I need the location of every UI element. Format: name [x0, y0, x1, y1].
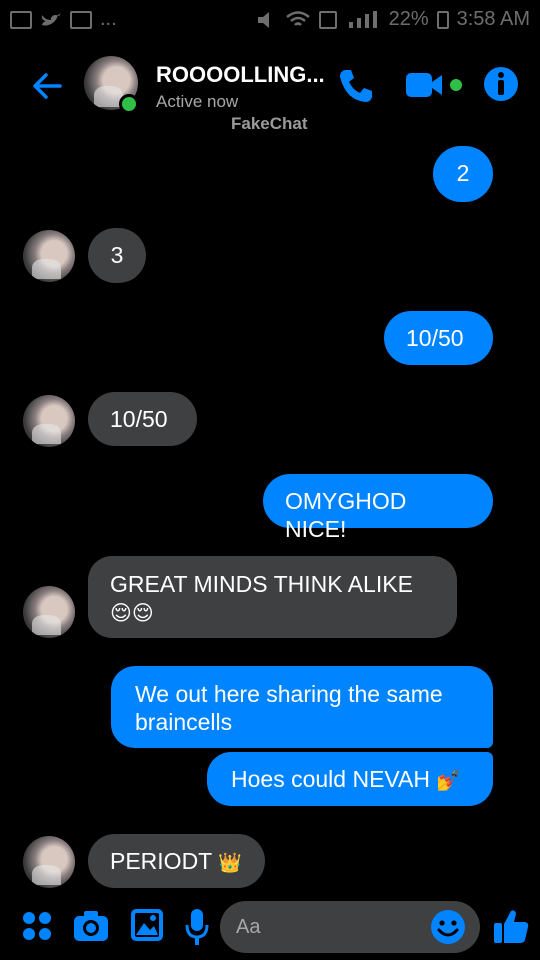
microphone-icon[interactable] — [185, 908, 209, 946]
gallery-notification-icon — [10, 10, 32, 29]
message-text: GREAT MINDS THINK ALIKE — [110, 571, 413, 597]
message-text: 2 — [456, 160, 470, 186]
more-notifications: ... — [100, 8, 117, 30]
outgoing-message[interactable]: 10/50 — [384, 311, 493, 365]
message-emoji: 😌😌 — [110, 602, 154, 625]
app-watermark: FakeChat — [231, 114, 308, 133]
message-emoji: 💅 — [436, 770, 462, 792]
incoming-message[interactable]: PERIODT 👑 — [88, 834, 265, 888]
sender-avatar[interactable] — [23, 230, 75, 282]
signal-icon — [348, 10, 377, 28]
battery-icon — [436, 10, 449, 29]
data-icon — [318, 10, 337, 29]
message-text: 3 — [110, 242, 124, 268]
incoming-message[interactable]: 3 — [88, 228, 146, 283]
outgoing-message[interactable]: Hoes could NEVAH 💅 — [207, 752, 493, 806]
thumbs-up-icon[interactable] — [492, 907, 530, 945]
message-text: Hoes could NEVAH — [231, 766, 430, 792]
emoji-icon[interactable] — [430, 909, 466, 945]
sender-avatar[interactable] — [23, 586, 75, 638]
sender-avatar[interactable] — [23, 395, 75, 447]
facebook-notification-icon — [70, 10, 92, 29]
message-text: 10/50 — [110, 406, 168, 432]
phone-icon[interactable] — [336, 66, 376, 106]
incoming-message[interactable]: GREAT MINDS THINK ALIKE 😌😌 — [88, 556, 457, 638]
video-camera-icon[interactable] — [404, 70, 468, 100]
camera-icon[interactable] — [73, 910, 109, 942]
message-composer: Aa — [0, 895, 540, 960]
message-text: 10/50 — [406, 325, 464, 351]
outgoing-message[interactable]: We out here sharing the same braincells — [111, 666, 493, 748]
battery-percent: 22% — [388, 8, 429, 30]
wifi-icon — [285, 10, 310, 26]
outgoing-message[interactable]: 2 — [433, 146, 493, 202]
gallery-icon[interactable] — [130, 908, 164, 942]
twitter-notification-icon — [41, 12, 61, 26]
mute-icon — [257, 11, 269, 28]
contact-name[interactable]: ROOOOLLING... — [156, 62, 325, 88]
message-emoji: 👑 — [218, 853, 242, 874]
system-indicators: 22% 3:58 AM — [255, 8, 530, 31]
incoming-message[interactable]: 10/50 — [88, 392, 197, 446]
outgoing-message[interactable]: OMYGHOD NICE! — [263, 474, 493, 542]
message-input[interactable]: Aa — [220, 901, 480, 953]
notification-icons: ... — [10, 8, 117, 31]
status-bar: ... 22% 3:58 AM — [0, 0, 540, 40]
back-arrow-icon[interactable] — [28, 66, 68, 106]
apps-grid-icon[interactable] — [22, 911, 52, 941]
message-text: We out here sharing the same braincells — [135, 681, 443, 735]
online-indicator — [119, 94, 139, 114]
message-input-placeholder: Aa — [236, 916, 261, 938]
message-text: OMYGHOD NICE! — [285, 488, 407, 542]
message-text: PERIODT — [110, 848, 212, 874]
chat-header: ROOOOLLING... Active now FakeChat — [0, 48, 540, 138]
clock: 3:58 AM — [456, 8, 530, 30]
contact-status: Active now — [156, 92, 239, 111]
sender-avatar[interactable] — [23, 836, 75, 888]
info-icon[interactable] — [483, 66, 519, 102]
